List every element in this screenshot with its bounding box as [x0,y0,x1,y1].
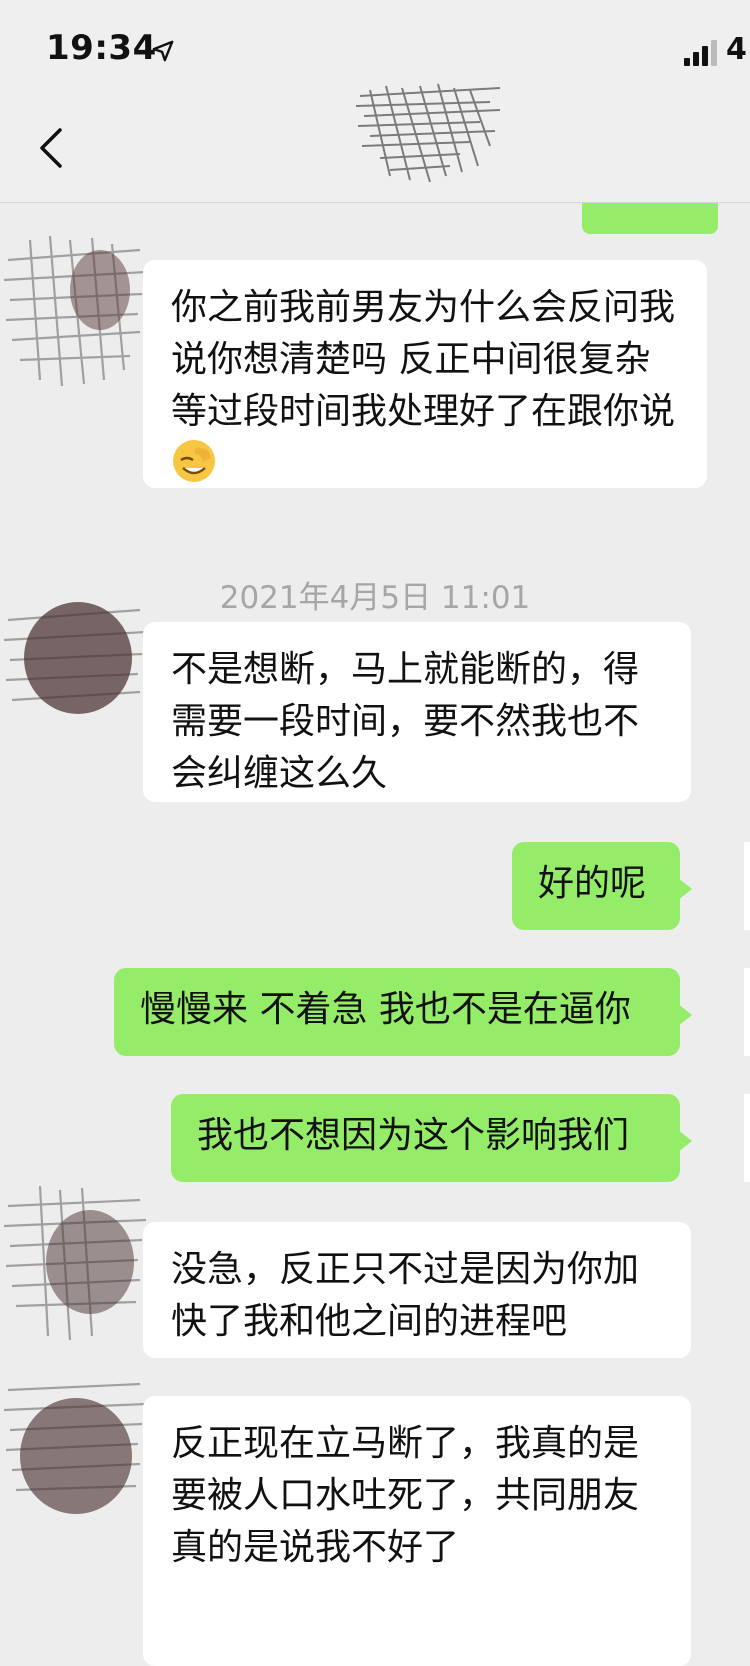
message-bubble-incoming: 反正现在立马断了，我真的是要被人口水吐死了，共同朋友真的是说我不好了 [143,1396,691,1666]
contact-avatar[interactable] [0,1176,150,1346]
message-bubble-incoming: 你之前我前男友为什么会反问我 说你想清楚吗 反正中间很复杂 等过段时间我处理好了… [143,260,707,488]
contact-avatar[interactable] [0,580,150,750]
edge-strip [744,842,750,930]
chat-header: 19:34 4 [0,0,750,203]
status-time: 19:34 [46,28,157,68]
contact-avatar[interactable] [0,220,150,390]
message-text: 反正现在立马断了，我真的是要被人口水吐死了，共同朋友真的是说我不好了 [171,1423,640,1568]
message-bubble-outgoing: 慢慢来 不着急 我也不是在逼你 [114,968,692,1056]
message-bubble-outgoing: 好的呢 [512,842,692,930]
face-with-hand-over-eyes-emoji-icon [173,440,215,482]
message-bubble-incoming: 没急，反正只不过是因为你加快了我和他之间的进程吧 [143,1222,691,1358]
network-type: 4 [726,32,747,67]
message-text: 好的呢 [538,863,647,904]
message-bubble-outgoing: 我也不想因为这个影响我们 [171,1094,692,1182]
edge-strip [744,968,750,1056]
back-chevron-icon[interactable] [36,126,66,170]
edge-strip [744,1094,750,1182]
message-text: 我也不想因为这个影响我们 [197,1115,630,1156]
message-text: 慢慢来 不着急 我也不是在逼你 [140,989,631,1030]
location-arrow-icon [152,40,174,62]
previous-message-bubble [582,202,718,234]
message-bubble-incoming: 不是想断，马上就能断的，得需要一段时间，要不然我也不会纠缠这么久 [143,622,691,802]
message-text: 你之前我前男友为什么会反问我 说你想清楚吗 反正中间很复杂 等过段时间我处理好了… [171,287,676,432]
message-text: 没急，反正只不过是因为你加快了我和他之间的进程吧 [171,1249,640,1342]
contact-avatar[interactable] [0,1360,150,1530]
redacted-contact-name [355,83,501,183]
message-text: 不是想断，马上就能断的，得需要一段时间，要不然我也不会纠缠这么久 [171,649,640,794]
signal-strength-icon [684,40,717,66]
